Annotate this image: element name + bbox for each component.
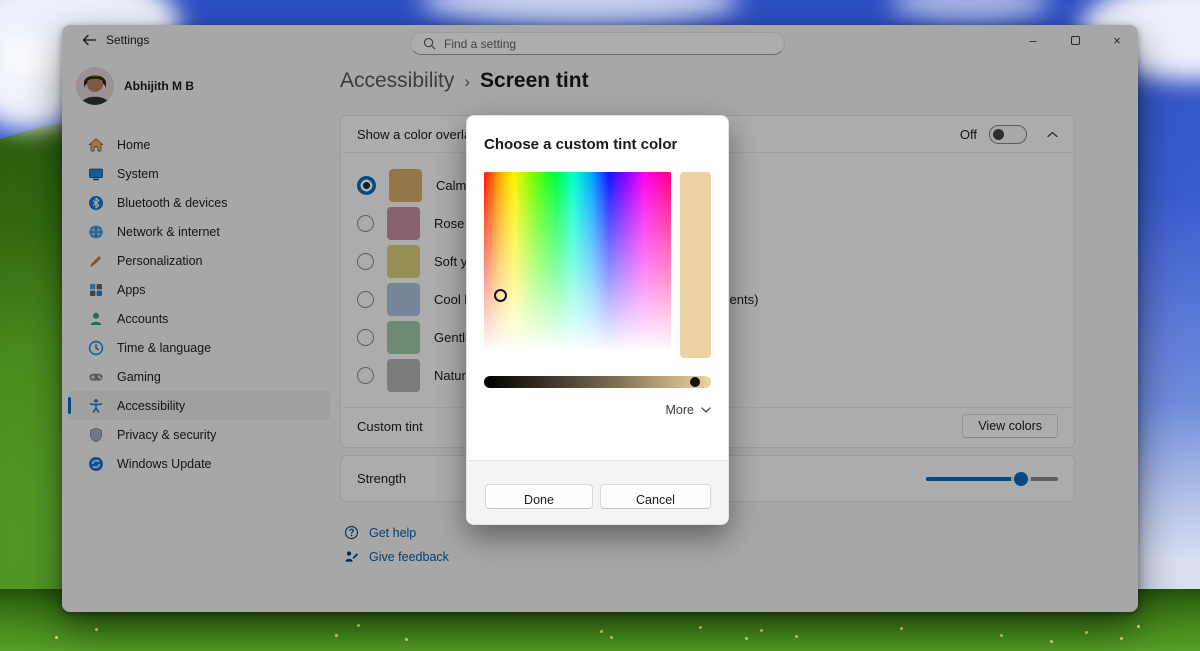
color-spectrum-picker[interactable] <box>484 172 671 358</box>
dialog-title: Choose a custom tint color <box>484 136 677 153</box>
cloud <box>420 0 740 26</box>
settings-window: Settings Find a setting – × Abhijith M B <box>62 25 1138 612</box>
more-dropdown[interactable]: More <box>666 403 711 417</box>
color-picker-ring[interactable] <box>494 289 507 302</box>
selected-color-preview <box>680 172 711 358</box>
cloud <box>890 0 1050 22</box>
brightness-slider[interactable] <box>484 376 711 388</box>
done-button[interactable]: Done <box>485 484 593 509</box>
more-label: More <box>666 403 694 417</box>
wallpaper-flowers <box>95 628 98 631</box>
custom-tint-color-dialog: Choose a custom tint color More Done Can… <box>466 115 729 525</box>
dialog-footer: Done Cancel <box>467 460 728 524</box>
chevron-down-icon <box>701 407 711 413</box>
cancel-button[interactable]: Cancel <box>600 484 711 509</box>
brightness-slider-thumb[interactable] <box>690 377 700 387</box>
